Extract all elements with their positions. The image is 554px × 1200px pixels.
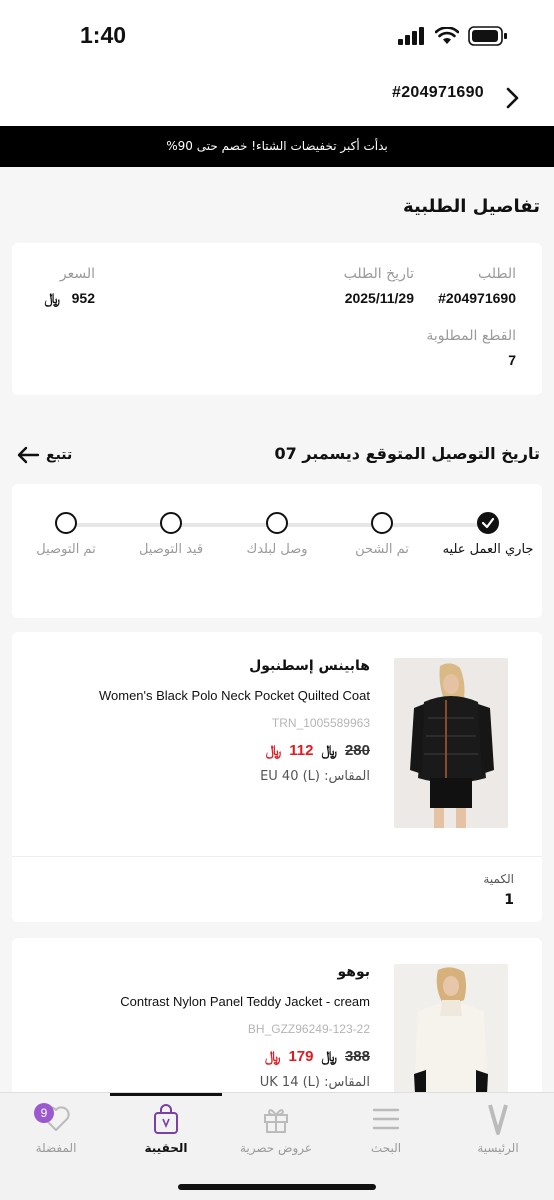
original-price: 280 — [344, 742, 370, 759]
status-time: 1:40 — [80, 22, 127, 48]
tab-favorites-icon-wrap: 9 — [6, 1101, 106, 1137]
arrow-left-icon — [17, 446, 40, 464]
tab-bag[interactable]: الحقيبة — [116, 1101, 216, 1155]
product-info: هابينس إسطنبول Women's Black Polo Neck P… — [30, 658, 370, 784]
product-name: Contrast Nylon Panel Teddy Jacket - crea… — [120, 994, 370, 1009]
expected-delivery-title: تاريخ التوصيل المتوقع ديسمبر 07 — [274, 444, 540, 463]
step-label: جاري العمل عليه — [442, 542, 534, 557]
product-brand: هابينس إسطنبول — [249, 658, 370, 674]
step-label: تم التوصيل — [36, 542, 96, 557]
signal-icon — [398, 27, 424, 45]
step-dot — [477, 512, 499, 534]
progress-step: وصل لبلدك — [229, 512, 325, 559]
tab-search-label: البحث — [370, 1141, 402, 1155]
battery-icon — [468, 26, 507, 46]
currency-icon: ﷼ — [264, 1048, 281, 1064]
promo-banner[interactable]: بدأت أكبر تخفيضات الشتاء! خصم حتى 90% — [0, 126, 554, 167]
step-label: وصل لبلدك — [246, 542, 308, 557]
progress-step: تم الشحن — [334, 512, 430, 559]
order-id-cell: الطلب #204971690 — [438, 266, 516, 306]
order-label: الطلب — [477, 266, 516, 282]
tab-search[interactable]: البحث — [336, 1101, 436, 1155]
tab-home[interactable]: الرئيسية — [448, 1101, 548, 1155]
sale-price: 112 — [289, 742, 314, 759]
brand-logo-icon — [488, 1104, 508, 1135]
product-size: المقاس: EU 40 (L) — [260, 769, 370, 784]
gift-icon — [264, 1109, 288, 1133]
step-dot — [266, 512, 288, 534]
progress-step: جاري العمل عليه — [440, 512, 536, 559]
sale-price: 179 — [288, 1048, 314, 1065]
favorites-badge: 9 — [34, 1103, 54, 1123]
divider — [12, 856, 542, 857]
menu-icon — [372, 1108, 400, 1130]
order-number-title: #204971690 — [392, 84, 484, 101]
tab-bag-icon-wrap — [116, 1101, 216, 1137]
order-price-cell: السعر 952 ﷼ — [44, 266, 95, 307]
quantity-label: الكمية — [483, 872, 514, 886]
status-bar: 1:40 — [0, 0, 554, 72]
price-row: ﷼ 112 ﷼ 280 — [30, 742, 370, 759]
active-tab-indicator — [110, 1093, 222, 1096]
price-label: السعر — [59, 266, 95, 282]
step-label: تم الشحن — [355, 542, 409, 557]
currency-icon: ﷼ — [321, 1048, 337, 1064]
order-summary-card: الطلب #204971690 تاريخ الطلب 2025/11/29 … — [12, 243, 542, 395]
tab-home-icon-wrap — [448, 1101, 548, 1137]
checkmark-icon — [481, 517, 495, 529]
items-label: القطع المطلوبة — [426, 328, 516, 344]
items-cell: القطع المطلوبة 7 — [426, 328, 516, 368]
product-brand: بوهو — [337, 964, 370, 980]
order-details-title: تفاصيل الطلبية — [403, 196, 540, 217]
order-date-cell: تاريخ الطلب 2025/11/29 — [344, 266, 414, 306]
tab-offers-label: عروض حصرية — [239, 1141, 313, 1155]
chevron-right-icon[interactable] — [498, 84, 526, 112]
original-price: 388 — [344, 1048, 370, 1065]
tab-favorites[interactable]: 9 المفضلة — [6, 1101, 106, 1155]
progress-step: تم التوصيل — [18, 512, 114, 559]
track-label: تتبع — [46, 447, 73, 463]
home-indicator — [178, 1184, 376, 1190]
delivery-row: تاريخ التوصيل المتوقع ديسمبر 07 تتبع — [0, 442, 554, 474]
status-icons — [398, 26, 508, 46]
step-dot — [371, 512, 393, 534]
product-image[interactable] — [394, 658, 508, 828]
currency-icon: ﷼ — [265, 742, 282, 758]
date-label: تاريخ الطلب — [343, 266, 414, 282]
step-label: قيد التوصيل — [138, 542, 204, 557]
order-value: #204971690 — [438, 290, 516, 306]
tab-offers-icon-wrap — [226, 1101, 326, 1137]
delivery-progress-card: جاري العمل عليه تم الشحن وصل لبلدك قيد ا… — [12, 484, 542, 618]
progress-step: قيد التوصيل — [123, 512, 219, 559]
bottom-tab-bar: 9 المفضلة الحقيبة عروض حصرية البحث الرئي… — [0, 1092, 554, 1200]
tab-search-icon-wrap — [336, 1101, 436, 1137]
tab-bag-label: الحقيبة — [144, 1141, 188, 1155]
product-sku: BH_GZZ96249-123-22 — [247, 1022, 370, 1036]
currency-icon: ﷼ — [321, 742, 337, 758]
tab-home-label: الرئيسية — [477, 1141, 519, 1155]
quantity-value: 1 — [504, 892, 514, 908]
product-size: المقاس: UK 14 (L) — [259, 1075, 370, 1090]
price-value: 952 ﷼ — [44, 290, 95, 307]
shopping-bag-icon — [154, 1104, 178, 1134]
price-row: ﷼ 179 ﷼ 388 — [30, 1048, 370, 1065]
tab-favorites-label: المفضلة — [35, 1141, 77, 1155]
step-dot — [160, 512, 182, 534]
items-value: 7 — [508, 352, 516, 368]
order-header: #204971690 — [0, 72, 554, 126]
product-info: بوهو Contrast Nylon Panel Teddy Jacket -… — [30, 964, 370, 1090]
step-dot — [55, 512, 77, 534]
product-card[interactable]: هابينس إسطنبول Women's Black Polo Neck P… — [12, 632, 542, 922]
currency-icon: ﷼ — [44, 290, 60, 306]
quantity-block: الكمية 1 — [483, 872, 514, 908]
price-amount: 952 — [71, 290, 95, 306]
track-button[interactable]: تتبع — [16, 445, 72, 465]
tab-offers[interactable]: عروض حصرية — [226, 1101, 326, 1155]
product-name: Women's Black Polo Neck Pocket Quilted C… — [98, 688, 370, 703]
wifi-icon — [435, 27, 459, 44]
product-sku: TRN_1005589963 — [271, 716, 370, 730]
date-value: 2025/11/29 — [344, 290, 414, 306]
